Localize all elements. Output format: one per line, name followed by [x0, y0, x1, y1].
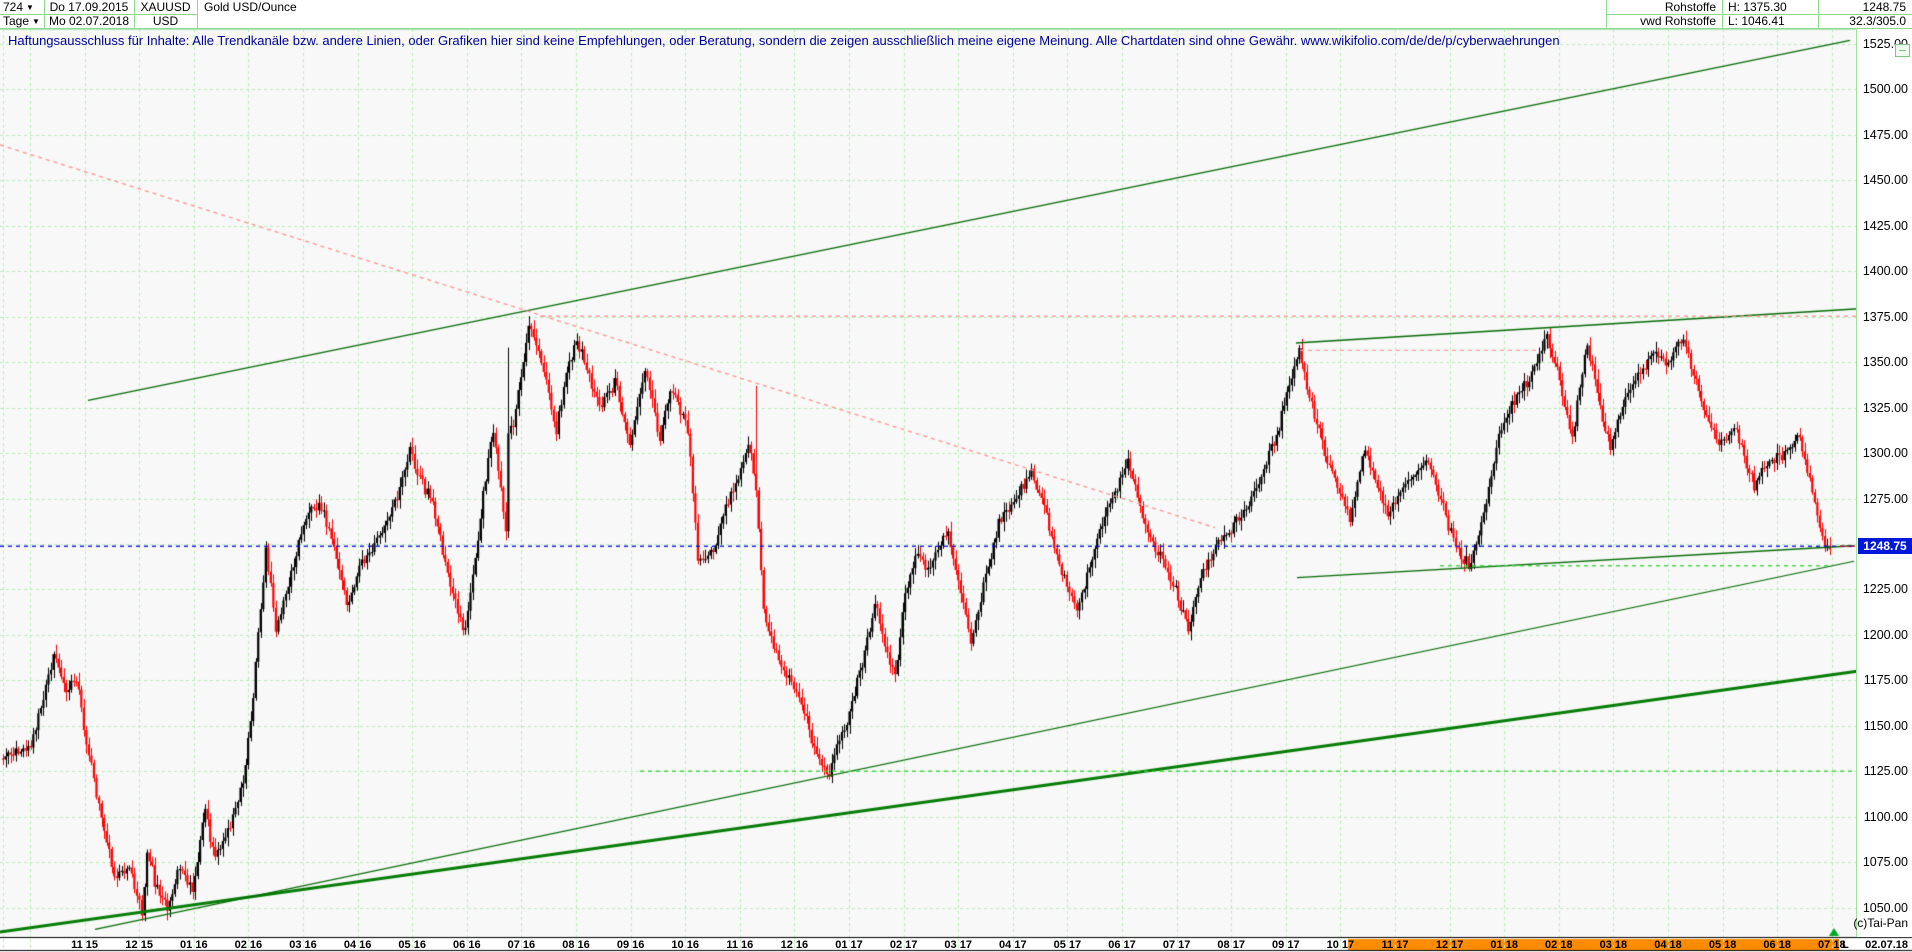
start-date: Do 17.09.2015 — [44, 0, 134, 14]
provider-label: vwd Rohstoffe — [1606, 14, 1716, 28]
instrument-name: Gold USD/Ounce — [204, 0, 297, 14]
time-axis-label: 06 17 — [1100, 939, 1144, 951]
time-axis-label: 05 18 — [1701, 939, 1745, 951]
header-row-divider — [0, 14, 197, 15]
price-axis-tick: 1300.00 — [1848, 446, 1908, 460]
time-axis-label: 10 17 — [1318, 939, 1362, 951]
time-axis-label: 05 17 — [1045, 939, 1089, 951]
time-axis-label: 02 16 — [226, 939, 270, 951]
price-axis-tick: 1475.00 — [1848, 128, 1908, 142]
category-label: Rohstoffe — [1606, 0, 1716, 14]
price-axis-tick: 1425.00 — [1848, 219, 1908, 233]
copyright-label: (c)Tai-Pan — [1790, 916, 1908, 930]
time-axis-label: 10 16 — [663, 939, 707, 951]
price-axis-tick: 1150.00 — [1848, 719, 1908, 733]
time-axis-label: 01 16 — [172, 939, 216, 951]
price-axis-tick: 1400.00 — [1848, 264, 1908, 278]
time-axis-label: 04 18 — [1646, 939, 1690, 951]
price-axis-tick: 1225.00 — [1848, 582, 1908, 596]
price-axis[interactable]: 1525.001500.001475.001450.001425.001400.… — [1856, 28, 1912, 937]
time-axis-label: 11 16 — [718, 939, 762, 951]
price-axis-tick: 1125.00 — [1848, 764, 1908, 778]
taipan-chart-window: 724▼ Tage▼ Do 17.09.2015 Mo 02.07.2018 X… — [0, 0, 1912, 952]
time-axis-label: 09 17 — [1264, 939, 1308, 951]
time-axis-label: 07 16 — [499, 939, 543, 951]
time-axis-label: 03 16 — [281, 939, 325, 951]
chevron-down-icon: ▼ — [32, 17, 40, 26]
time-axis-label: 07 18 — [1810, 939, 1854, 951]
time-axis-label: 12 16 — [772, 939, 816, 951]
time-axis-label: 03 17 — [936, 939, 980, 951]
last-price-badge: 1248.75 — [1858, 538, 1912, 554]
time-axis-label: 07 17 — [1155, 939, 1199, 951]
time-axis-label: 08 16 — [554, 939, 598, 951]
time-axis-label: 11 15 — [63, 939, 107, 951]
range-info-label: 32.3/305.0 — [1818, 14, 1906, 28]
time-axis-label: 04 17 — [991, 939, 1035, 951]
header-divider — [197, 0, 198, 28]
price-axis-tick: 1200.00 — [1848, 628, 1908, 642]
period-dropdown[interactable]: Tage▼ — [3, 14, 40, 28]
price-axis-tick: 1375.00 — [1848, 310, 1908, 324]
header-bottom-border — [0, 28, 1912, 29]
time-axis-label: 12 17 — [1428, 939, 1472, 951]
time-axis-label: 02 17 — [882, 939, 926, 951]
period-high-label: H: 1375.30 — [1728, 0, 1787, 14]
last-value-label: 1248.75 — [1818, 0, 1906, 14]
price-axis-tick: 1275.00 — [1848, 492, 1908, 506]
chart-header: 724▼ Tage▼ Do 17.09.2015 Mo 02.07.2018 X… — [0, 0, 1912, 28]
collapse-axis-icon[interactable] — [1895, 44, 1910, 57]
time-axis-label: 08 17 — [1209, 939, 1253, 951]
price-axis-tick: 1500.00 — [1848, 82, 1908, 96]
time-axis-label: 01 17 — [827, 939, 871, 951]
price-axis-tick: 1350.00 — [1848, 355, 1908, 369]
price-axis-tick: 1050.00 — [1848, 901, 1908, 915]
bars-count-dropdown[interactable]: 724▼ — [3, 0, 34, 14]
currency-label: USD — [134, 14, 197, 28]
chevron-down-icon: ▼ — [26, 3, 34, 12]
time-axis-label: 05 16 — [390, 939, 434, 951]
time-axis-label: 06 18 — [1755, 939, 1799, 951]
price-axis-tick: 1100.00 — [1848, 810, 1908, 824]
price-axis-tick: 1075.00 — [1848, 855, 1908, 869]
header-row-divider — [1606, 14, 1912, 15]
time-axis-label: 12 15 — [117, 939, 161, 951]
price-axis-tick: 1175.00 — [1848, 673, 1908, 687]
time-axis-label: 06 16 — [445, 939, 489, 951]
time-axis-label: 04 16 — [336, 939, 380, 951]
price-axis-tick: 1450.00 — [1848, 173, 1908, 187]
time-axis-label: 02 18 — [1537, 939, 1581, 951]
time-axis-label: 09 16 — [609, 939, 653, 951]
period-low-label: L: 1046.41 — [1728, 14, 1785, 28]
time-axis-label: 01 18 — [1482, 939, 1526, 951]
time-axis-label: 11 17 — [1373, 939, 1417, 951]
price-axis-tick: 1325.00 — [1848, 401, 1908, 415]
end-date: Mo 02.07.2018 — [44, 14, 134, 28]
symbol-label: XAUUSD — [134, 0, 197, 14]
disclaimer-text: Haftungsausschluss für Inhalte: Alle Tre… — [8, 33, 1560, 48]
time-axis-label: 03 18 — [1591, 939, 1635, 951]
price-chart-canvas[interactable] — [0, 0, 1912, 952]
